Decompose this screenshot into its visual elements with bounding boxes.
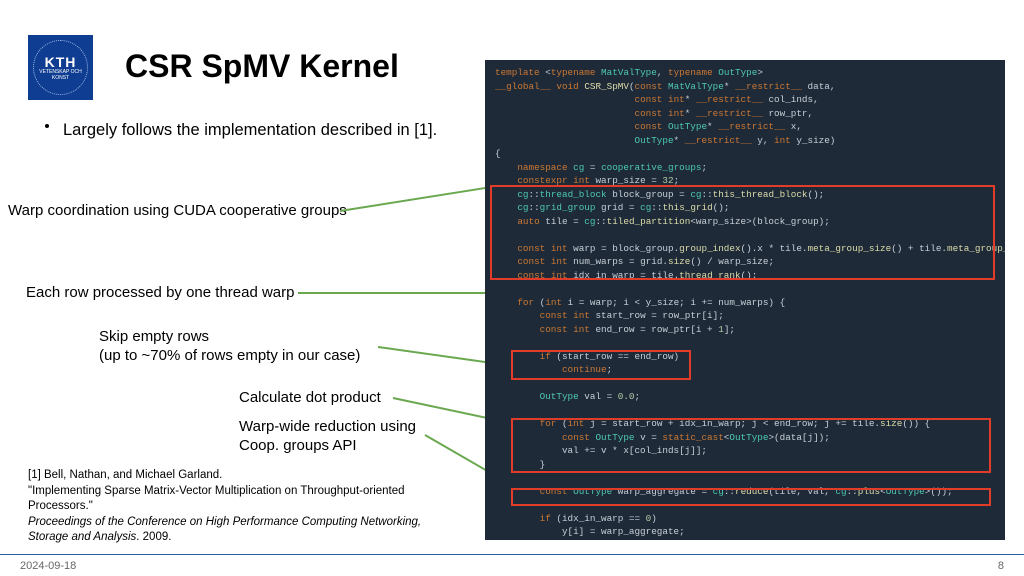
code-line: if (start_row == end_row)	[495, 350, 995, 364]
citation: [1] Bell, Nathan, and Michael Garland. "…	[28, 468, 448, 546]
annotation-skip-empty: Skip empty rows (up to ~70% of rows empt…	[99, 328, 360, 366]
code-container: template <typename MatValType, typename …	[495, 66, 995, 540]
code-line	[495, 282, 995, 296]
code-line: const int idx_in_warp = tile.thread_rank…	[495, 269, 995, 283]
logo-main: KTH	[45, 54, 77, 70]
code-line: if (idx_in_warp == 0)	[495, 512, 995, 526]
code-line: const int* __restrict__ col_inds,	[495, 93, 995, 107]
citation-l2: "Implementing Sparse Matrix-Vector Multi…	[28, 484, 448, 515]
code-line: const OutType v = static_cast<OutType>(d…	[495, 431, 995, 445]
code-line	[495, 404, 995, 418]
code-line: const OutType warp_aggregate = cg::reduc…	[495, 485, 995, 499]
code-line	[495, 228, 995, 242]
logo-circle: KTH VETENSKAP OCH KONST	[33, 40, 88, 95]
kth-logo: KTH VETENSKAP OCH KONST	[28, 35, 93, 100]
code-line: const int end_row = row_ptr[i + 1];	[495, 323, 995, 337]
annotation-dot-product: Calculate dot product	[239, 389, 381, 408]
code-pane: template <typename MatValType, typename …	[485, 60, 1005, 540]
code-line: for (int j = start_row + idx_in_warp; j …	[495, 417, 995, 431]
code-line: auto tile = cg::tiled_partition<warp_siz…	[495, 215, 995, 229]
bullet-item: Largely follows the implementation descr…	[45, 120, 437, 141]
code-line: }	[495, 458, 995, 472]
citation-l1: [1] Bell, Nathan, and Michael Garland.	[28, 468, 448, 484]
footer-page: 8	[998, 560, 1004, 572]
annotation-warp-coord: Warp coordination using CUDA cooperative…	[8, 202, 347, 221]
annotation-each-row: Each row processed by one thread warp	[26, 284, 294, 303]
footer-date: 2024-09-18	[20, 560, 76, 572]
annotation-skip-l1: Skip empty rows	[99, 328, 360, 347]
code-line: const int* __restrict__ row_ptr,	[495, 107, 995, 121]
code-line: constexpr int warp_size = 32;	[495, 174, 995, 188]
logo-sub: VETENSKAP OCH KONST	[34, 70, 87, 81]
arrow-icon	[298, 292, 503, 294]
annotation-red-l2: Coop. groups API	[239, 437, 416, 456]
slide-title: CSR SpMV Kernel	[125, 48, 399, 85]
annotation-skip-l2: (up to ~70% of rows empty in our case)	[99, 347, 360, 366]
code-line: }	[495, 539, 995, 541]
citation-l3: Proceedings of the Conference on High Pe…	[28, 515, 448, 546]
code-line: template <typename MatValType, typename …	[495, 66, 995, 80]
annotation-reduction: Warp-wide reduction using Coop. groups A…	[239, 418, 416, 456]
code-line: OutType* __restrict__ y, int y_size)	[495, 134, 995, 148]
slide-footer: 2024-09-18 8	[0, 554, 1024, 576]
code-line: val += v * x[col_inds[j]];	[495, 444, 995, 458]
code-line: cg::grid_group grid = cg::this_grid();	[495, 201, 995, 215]
code-line: __global__ void CSR_SpMV(const MatValTyp…	[495, 80, 995, 94]
code-line	[495, 471, 995, 485]
code-line: y[i] = warp_aggregate;	[495, 525, 995, 539]
code-line: for (int i = warp; i < y_size; i += num_…	[495, 296, 995, 310]
code-line: OutType val = 0.0;	[495, 390, 995, 404]
code-line	[495, 336, 995, 350]
code-line	[495, 377, 995, 391]
bullet-text: Largely follows the implementation descr…	[63, 120, 437, 141]
code-line: const int num_warps = grid.size() / warp…	[495, 255, 995, 269]
annotation-red-l1: Warp-wide reduction using	[239, 418, 416, 437]
arrow-icon	[340, 184, 503, 212]
code-line: namespace cg = cooperative_groups;	[495, 161, 995, 175]
code-line: const OutType* __restrict__ x,	[495, 120, 995, 134]
code-line: cg::thread_block block_group = cg::this_…	[495, 188, 995, 202]
bullet-dot	[45, 124, 49, 128]
code-line: const int start_row = row_ptr[i];	[495, 309, 995, 323]
code-line: continue;	[495, 363, 995, 377]
code-line: {	[495, 147, 995, 161]
code-line	[495, 498, 995, 512]
code-line: const int warp = block_group.group_index…	[495, 242, 995, 256]
